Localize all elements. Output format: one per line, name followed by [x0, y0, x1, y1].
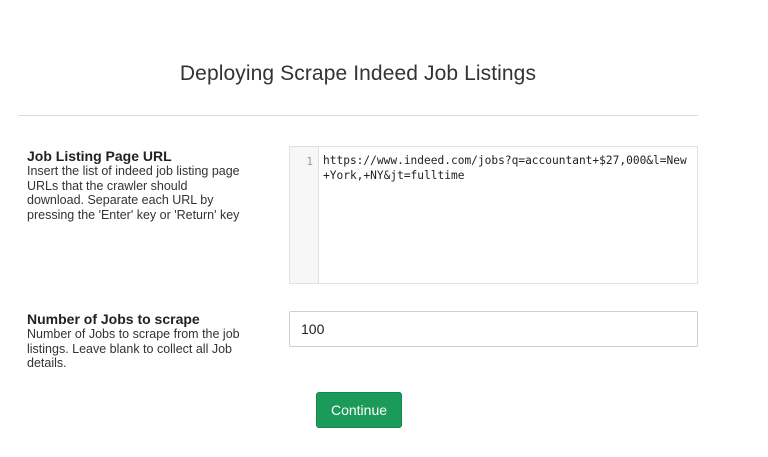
continue-button[interactable]: Continue [316, 392, 402, 428]
deploy-form-page: Deploying Scrape Indeed Job Listings Job… [0, 0, 768, 457]
job-listing-url-label: Job Listing Page URL [27, 148, 172, 164]
num-jobs-help: Number of Jobs to scrape from the job li… [27, 327, 240, 370]
num-jobs-input[interactable] [289, 311, 698, 347]
num-jobs-label: Number of Jobs to scrape [27, 311, 200, 327]
editor-gutter: 1 [290, 147, 319, 283]
job-listing-url-label-block: Job Listing Page URL Insert the list of … [27, 148, 247, 222]
num-jobs-label-block: Number of Jobs to scrape Number of Jobs … [27, 311, 247, 371]
line-number: 1 [306, 155, 313, 168]
page-title: Deploying Scrape Indeed Job Listings [179, 62, 537, 85]
job-listing-url-editor[interactable]: 1 https://www.indeed.com/jobs?q=accounta… [289, 146, 698, 284]
job-listing-url-help: Insert the list of indeed job listing pa… [27, 164, 240, 222]
url-code-text[interactable]: https://www.indeed.com/jobs?q=accountant… [319, 147, 697, 283]
header-divider [18, 115, 698, 116]
